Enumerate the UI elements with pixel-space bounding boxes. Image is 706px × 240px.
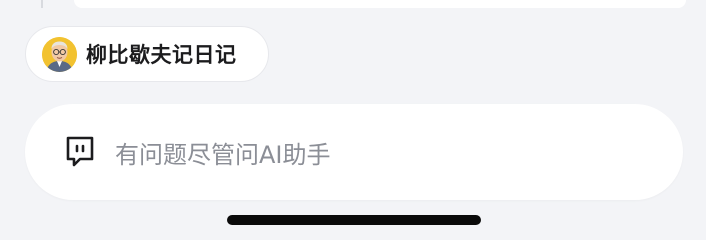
cartoon-portrait-icon bbox=[42, 36, 77, 72]
topic-chip[interactable]: 柳比歇夫记日记 bbox=[25, 26, 269, 82]
chat-bubble-icon bbox=[66, 136, 94, 167]
ai-assistant-input-bar[interactable]: 有问题尽管问AI助手 bbox=[25, 104, 683, 200]
home-indicator bbox=[227, 215, 481, 225]
chip-label: 柳比歇夫记日记 bbox=[86, 42, 237, 67]
ai-question-input[interactable]: 有问题尽管问AI助手 bbox=[115, 135, 331, 170]
top-divider bbox=[41, 0, 43, 8]
previous-content-strip bbox=[74, 0, 686, 8]
avatar bbox=[42, 36, 77, 72]
